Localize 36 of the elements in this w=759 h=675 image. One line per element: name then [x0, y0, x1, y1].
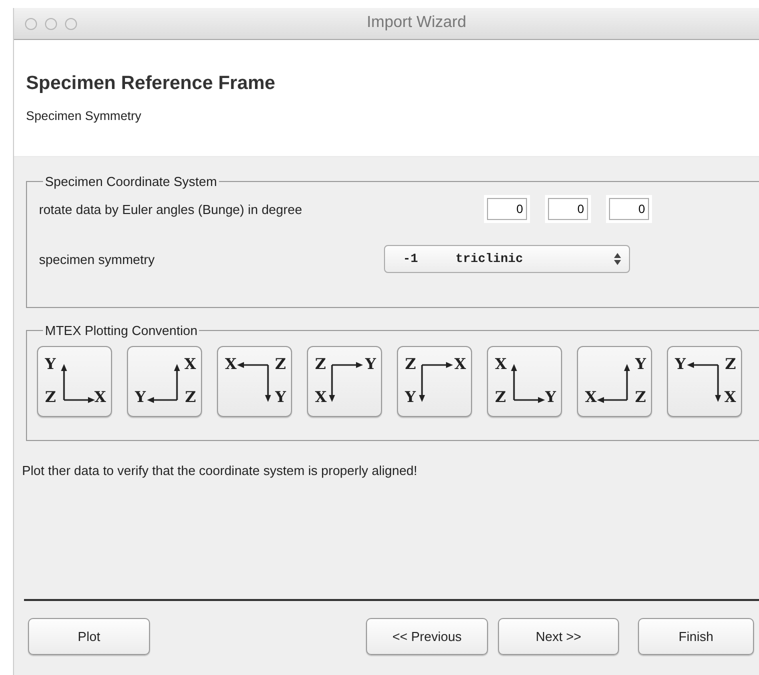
- axis-convention-button[interactable]: X Y Z: [127, 346, 202, 417]
- axes-arrows-icon: [147, 364, 180, 403]
- axes-arrows-icon: [687, 362, 721, 402]
- axis-convention-button[interactable]: Y X Z: [577, 346, 652, 417]
- axes-arrows-icon: [329, 362, 363, 402]
- window-title: Import Wizard: [366, 14, 466, 32]
- axes-arrows-icon: [597, 364, 630, 403]
- minimize-button[interactable]: [45, 18, 57, 30]
- axes-arrows-icon: [511, 364, 545, 403]
- zoom-button[interactable]: [65, 18, 77, 30]
- axis-convention-button[interactable]: Z Y X: [307, 346, 382, 417]
- close-button[interactable]: [25, 18, 37, 30]
- angle-field[interactable]: 0: [487, 198, 527, 220]
- angle-field[interactable]: 0: [609, 198, 649, 220]
- previous-button[interactable]: << Previous: [366, 618, 488, 655]
- axis-convention-button[interactable]: X Z Y: [217, 346, 292, 417]
- axis-convention-button[interactable]: Z X Y: [397, 346, 472, 417]
- angle-field[interactable]: 0: [548, 198, 588, 220]
- hint-message: Plot ther data to verify that the coordinate system is properly aligned!: [22, 463, 418, 478]
- axes-arrows-icon: [61, 364, 95, 403]
- page-subtitle: Specimen Symmetry: [26, 109, 142, 123]
- axes-arrows-icon: [237, 362, 271, 402]
- next-button[interactable]: Next >>: [498, 618, 619, 655]
- finish-button[interactable]: Finish: [638, 618, 754, 655]
- stepper-icon: [614, 253, 621, 265]
- page-title: Specimen Reference Frame: [26, 72, 276, 95]
- axis-convention-button[interactable]: X Z Y: [487, 346, 562, 417]
- plot-button[interactable]: Plot: [28, 618, 150, 655]
- axes-arrows-icon: [419, 362, 453, 402]
- group-legend: MTEX Plotting Convention: [43, 323, 200, 338]
- axis-convention-button[interactable]: Y Z X: [667, 346, 742, 417]
- axis-convention-button[interactable]: Y Z X: [37, 346, 112, 417]
- euler-label: rotate data by Euler angles (Bunge) in degree: [39, 202, 302, 216]
- group-legend: Specimen Coordinate System: [43, 174, 219, 189]
- symmetry-dropdown[interactable]: -1 triclinic: [384, 245, 630, 273]
- symmetry-label: specimen symmetry: [39, 252, 155, 266]
